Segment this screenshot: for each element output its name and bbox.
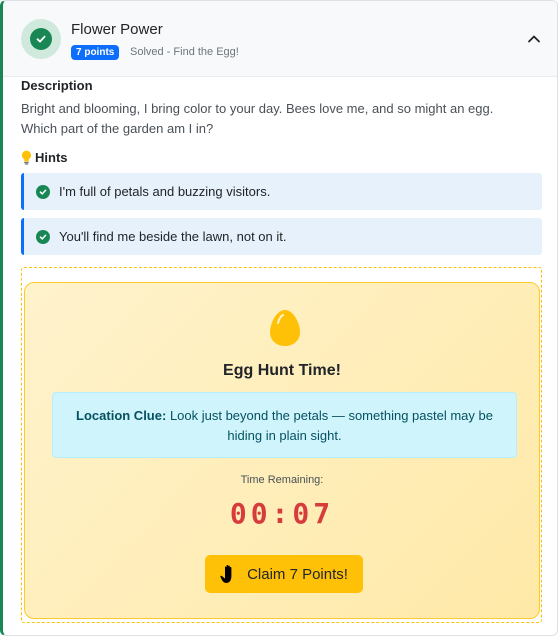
hint-text: You'll find me beside the lawn, not on i… [59, 229, 287, 244]
egg-hunt-panel: Egg Hunt Time! Location Clue: Look just … [24, 282, 540, 619]
description-text: Bright and blooming, I bring color to yo… [21, 101, 494, 136]
hint-item: You'll find me beside the lawn, not on i… [21, 218, 542, 255]
time-remaining-label: Time Remaining: [240, 474, 324, 486]
challenge-title: Flower Power [71, 21, 163, 38]
clue-text: Look just beyond the petals — something … [169, 408, 493, 443]
chevron-up-icon[interactable] [525, 30, 543, 48]
hint-item: I'm full of petals and buzzing visitors. [21, 173, 542, 210]
hand-icon [220, 564, 247, 584]
hints-label: Hints [35, 150, 68, 165]
challenge-header[interactable]: Flower Power 7 points Solved - Find the … [3, 1, 557, 77]
clue-label: Location Clue: [76, 408, 167, 423]
egg-icon [269, 309, 301, 352]
location-clue: Location Clue: Look just beyond the peta… [52, 392, 517, 458]
claim-points-button[interactable]: Claim 7 Points! [205, 555, 363, 593]
check-circle-icon [36, 229, 50, 244]
countdown-timer: 00:07 [229, 497, 335, 530]
claim-label: Claim 7 Points! [247, 565, 348, 583]
check-circle-icon [30, 28, 52, 50]
egg-hunt-zone: Egg Hunt Time! Location Clue: Look just … [21, 267, 542, 623]
points-badge: 7 points [71, 45, 120, 60]
status-text: Solved - Find the Egg! [130, 46, 239, 58]
lightbulb-icon [21, 150, 32, 165]
hint-text: I'm full of petals and buzzing visitors. [59, 184, 271, 199]
hints-heading: Hints [21, 150, 68, 165]
check-circle-icon [36, 184, 50, 199]
description-label: Description [21, 78, 93, 93]
solved-status [21, 19, 61, 59]
challenge-card: Flower Power 7 points Solved - Find the … [0, 0, 558, 636]
egg-hunt-title: Egg Hunt Time! [223, 362, 341, 379]
